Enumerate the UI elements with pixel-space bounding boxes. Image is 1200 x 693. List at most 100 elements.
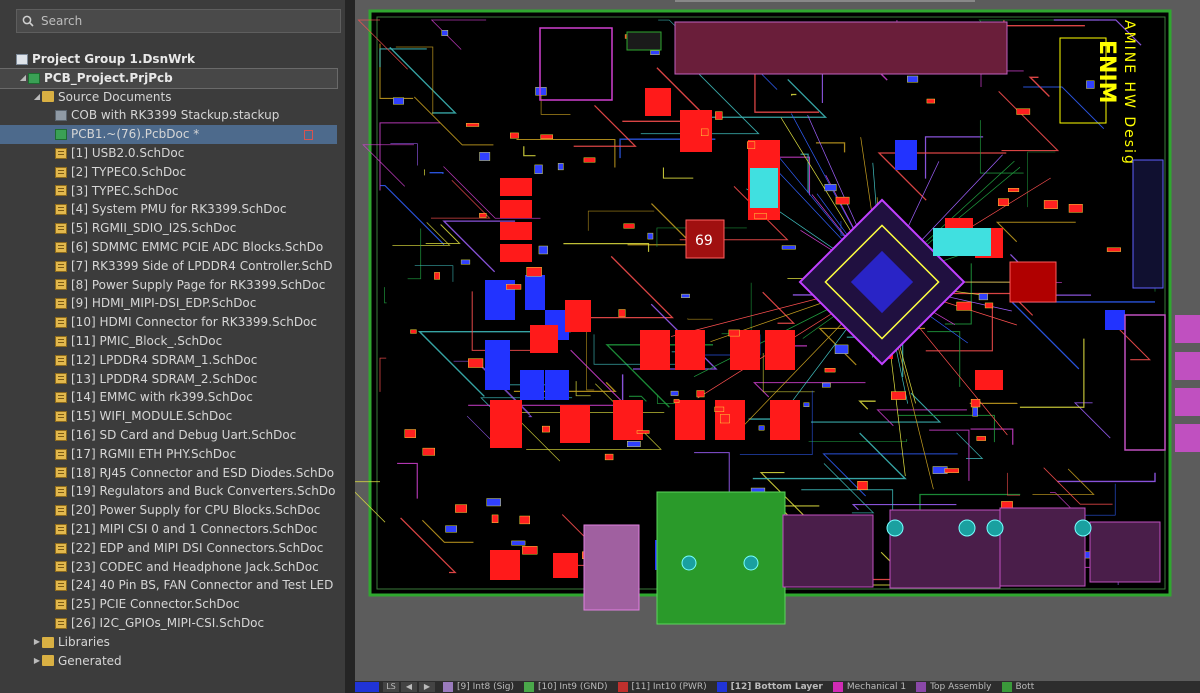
- tree-item-generated[interactable]: ▶ Generated: [0, 652, 345, 671]
- tree-item-schematic[interactable]: [9] HDMI_MIPI-DSI_EDP.SchDoc: [0, 294, 345, 313]
- schematic-document-icon: [55, 223, 67, 235]
- tree-item-label: [10] HDMI Connector for RK3399.SchDoc: [71, 315, 317, 330]
- layer-tab[interactable]: Bott: [1001, 682, 1034, 692]
- pcb-project-icon: [28, 72, 40, 84]
- layer-tab-label: Mechanical 1: [846, 682, 907, 692]
- layer-tabs-bar: LS ◀ ▶ [9] Int8 (Sig) [10] Int9 (GND) [11]…: [355, 681, 1200, 693]
- tree-item-label: Libraries: [58, 634, 110, 649]
- tree-item-schematic[interactable]: [19] Regulators and Buck Converters.SchD…: [0, 482, 345, 501]
- layer-color-swatch: [617, 682, 628, 692]
- tree-item-project[interactable]: ◢ PCB_Project.PrjPcb: [0, 67, 338, 89]
- layer-color-swatch: [832, 682, 843, 692]
- layer-set-button[interactable]: LS: [383, 682, 399, 692]
- tree-item-label: [13] LPDDR4 SDRAM_2.SchDoc: [71, 371, 258, 386]
- tree-item-schematic[interactable]: [8] Power Supply Page for RK3399.SchDoc: [0, 276, 345, 295]
- current-layer-swatch[interactable]: [355, 682, 379, 692]
- layer-tab[interactable]: Mechanical 1: [832, 682, 907, 692]
- tree-item-libraries[interactable]: ▶ Libraries: [0, 633, 345, 652]
- tree-item-label: Generated: [58, 653, 122, 668]
- collapse-icon[interactable]: ◢: [18, 69, 28, 88]
- folder-icon: [42, 655, 54, 667]
- tree-item-schematic[interactable]: [20] Power Supply for CPU Blocks.SchDoc: [0, 501, 345, 520]
- workspace-icon: [16, 53, 28, 65]
- tree-item-schematic[interactable]: [14] EMMC with rk399.SchDoc: [0, 388, 345, 407]
- schematic-document-icon: [55, 185, 67, 197]
- tree-item-schematic[interactable]: [6] SDMMC EMMC PCIE ADC Blocks.SchDo: [0, 238, 345, 257]
- tree-item-label: PCB1.~(76).PcbDoc *: [71, 127, 200, 142]
- expand-icon[interactable]: ▶: [32, 633, 42, 652]
- tree-item-label: [7] RK3399 Side of LPDDR4 Controller.Sch…: [71, 258, 333, 273]
- layer-tab-label: [10] Int9 (GND): [538, 682, 608, 692]
- layer-tab-label: [11] Int10 (PWR): [631, 682, 707, 692]
- tree-item-schematic[interactable]: [26] I2C_GPIOs_MIPI-CSI.SchDoc: [0, 614, 345, 633]
- schematic-document-icon: [55, 448, 67, 460]
- layer-tab[interactable]: [12] Bottom Layer: [716, 682, 823, 692]
- schematic-document-icon: [55, 354, 67, 366]
- schematic-document-icon: [55, 523, 67, 535]
- tree-item-schematic[interactable]: [7] RK3399 Side of LPDDR4 Controller.Sch…: [0, 257, 345, 276]
- schematic-document-icon: [55, 561, 67, 573]
- tree-item-schematic[interactable]: [16] SD Card and Debug Uart.SchDoc: [0, 426, 345, 445]
- tree-item-schematic[interactable]: [24] 40 Pin BS, FAN Connector and Test L…: [0, 576, 345, 595]
- tree-item-schematic[interactable]: [11] PMIC_Block_.SchDoc: [0, 332, 345, 351]
- tree-item-schematic[interactable]: [18] RJ45 Connector and ESD Diodes.SchDo: [0, 464, 345, 483]
- tree-item-label: [19] Regulators and Buck Converters.SchD…: [71, 484, 336, 499]
- layer-tab-label: [12] Bottom Layer: [730, 682, 823, 692]
- tree-item-schematic[interactable]: [21] MIPI CSI 0 and 1 Connectors.SchDoc: [0, 520, 345, 539]
- tree-item-schematic[interactable]: [17] RGMII ETH PHY.SchDoc: [0, 445, 345, 464]
- tree-item-schematic[interactable]: [23] CODEC and Headphone Jack.SchDoc: [0, 558, 345, 577]
- tree-item-schematic[interactable]: [2] TYPEC0.SchDoc: [0, 163, 345, 182]
- schematic-document-icon: [55, 373, 67, 385]
- layer-color-swatch: [524, 682, 535, 692]
- layer-color-swatch: [916, 682, 927, 692]
- collapse-icon[interactable]: ◢: [32, 88, 42, 107]
- next-layer-icon[interactable]: ▶: [419, 682, 435, 692]
- tree-item-label: [20] Power Supply for CPU Blocks.SchDoc: [71, 503, 321, 518]
- layer-tab-label: [9] Int8 (Sig): [457, 682, 515, 692]
- tree-item-schematic[interactable]: [12] LPDDR4 SDRAM_1.SchDoc: [0, 351, 345, 370]
- layer-tab[interactable]: [10] Int9 (GND): [524, 682, 608, 692]
- chip-69-label: 69: [695, 233, 713, 249]
- schematic-document-icon: [55, 279, 67, 291]
- tree-item-schematic[interactable]: [13] LPDDR4 SDRAM_2.SchDoc: [0, 370, 345, 389]
- folder-icon: [42, 636, 54, 648]
- modified-document-icon: [304, 129, 313, 140]
- layer-tab[interactable]: [11] Int10 (PWR): [617, 682, 707, 692]
- pcb-editor-canvas[interactable]: 69 ENIM AMINE HW Desig: [355, 0, 1200, 693]
- stackup-icon: [55, 110, 67, 122]
- search-input[interactable]: [39, 13, 340, 29]
- tree-item-label: [14] EMMC with rk399.SchDoc: [71, 390, 253, 405]
- rj45-connector: [889, 509, 1001, 589]
- tree-item-stackup[interactable]: COB with RK3399 Stackup.stackup: [0, 106, 345, 125]
- tree-item-schematic[interactable]: [22] EDP and MIPI DSI Connectors.SchDoc: [0, 539, 345, 558]
- pcb-layout-view[interactable]: 69 ENIM AMINE HW Desig: [355, 0, 1200, 681]
- schematic-document-icon: [55, 411, 67, 423]
- tree-item-schematic[interactable]: [10] HDMI Connector for RK3399.SchDoc: [0, 313, 345, 332]
- expand-icon[interactable]: ▶: [32, 652, 42, 671]
- tree-item-project-group[interactable]: Project Group 1.DsnWrk: [0, 50, 345, 69]
- schematic-document-icon: [55, 335, 67, 347]
- tree-item-schematic[interactable]: [1] USB2.0.SchDoc: [0, 144, 345, 163]
- tree-item-schematic[interactable]: [15] WIFI_MODULE.SchDoc: [0, 407, 345, 426]
- tree-item-schematic[interactable]: [25] PCIE Connector.SchDoc: [0, 595, 345, 614]
- side-connector: [1132, 159, 1164, 289]
- tree-item-pcb-document[interactable]: PCB1.~(76).PcbDoc *: [0, 125, 337, 144]
- tree-item-label: Source Documents: [58, 89, 172, 104]
- schematic-document-icon: [55, 467, 67, 479]
- tree-item-label: [18] RJ45 Connector and ESD Diodes.SchDo: [71, 465, 335, 480]
- prev-layer-icon[interactable]: ◀: [401, 682, 417, 692]
- tree-item-schematic[interactable]: [3] TYPEC.SchDoc: [0, 182, 345, 201]
- tree-item-label: [26] I2C_GPIOs_MIPI-CSI.SchDoc: [71, 615, 265, 630]
- layer-tabs: [9] Int8 (Sig) [10] Int9 (GND) [11] Int10 …: [443, 682, 1044, 692]
- search-icon: [17, 15, 39, 27]
- panel-splitter[interactable]: [345, 0, 355, 693]
- tree-item-schematic[interactable]: [5] RGMII_SDIO_I2S.SchDoc: [0, 219, 345, 238]
- layer-tab[interactable]: [9] Int8 (Sig): [443, 682, 514, 692]
- tree-item-source-documents[interactable]: ◢ Source Documents: [0, 88, 345, 107]
- schematic-document-icon: [55, 166, 67, 178]
- layer-tab[interactable]: Top Assembly: [916, 682, 992, 692]
- search-box[interactable]: [16, 9, 341, 33]
- schematic-document-icon: [55, 392, 67, 404]
- tree-item-schematic[interactable]: [4] System PMU for RK3399.SchDoc: [0, 200, 345, 219]
- schematic-document-icon: [55, 599, 67, 610]
